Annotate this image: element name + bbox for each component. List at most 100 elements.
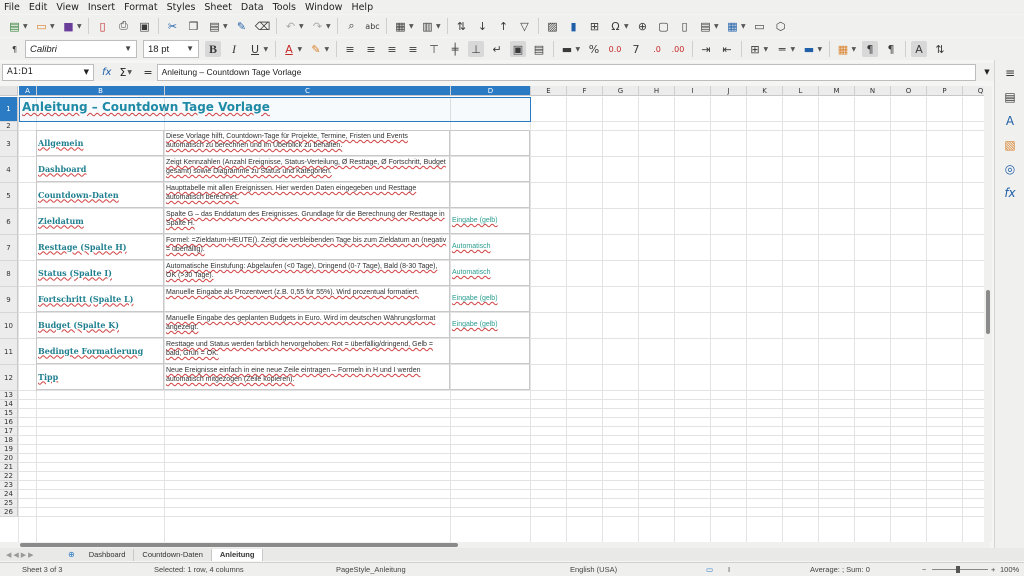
cut-icon[interactable]: ✂ (165, 18, 181, 34)
table-cell-description[interactable]: Manuelle Eingabe des geplanten Budgets i… (164, 312, 450, 338)
column-header-h[interactable]: H (639, 86, 675, 96)
row-header-1[interactable]: 1 (0, 97, 18, 122)
menu-file[interactable]: File (4, 2, 20, 13)
language[interactable]: English (USA) (570, 565, 617, 574)
add-sheet-icon[interactable]: ⊕ (68, 550, 75, 559)
row-header-22[interactable]: 22 (0, 472, 18, 481)
function-wizard-icon[interactable]: fx (102, 67, 111, 78)
table-cell-type[interactable] (450, 182, 530, 208)
row-header-2[interactable]: 2 (0, 122, 18, 131)
align-center-icon[interactable]: ≡ (363, 41, 379, 57)
tab-dashboard[interactable]: Dashboard (81, 548, 135, 561)
highlight-dropdown-icon[interactable]: ▼ (325, 46, 331, 53)
table-cell-description[interactable]: Zeigt Kennzahlen (Anzahl Ereignisse, Sta… (164, 156, 450, 182)
column-header-e[interactable]: E (531, 86, 567, 96)
image-icon[interactable]: ▨ (545, 18, 561, 34)
find-replace-icon[interactable]: ⌕ (344, 18, 360, 34)
row-header-15[interactable]: 15 (0, 409, 18, 418)
table-cell-description[interactable]: Manuelle Eingabe als Prozentwert (z.B. 0… (164, 286, 450, 312)
row-header-3[interactable]: 3 (0, 131, 18, 157)
shrink-text-icon[interactable]: ⇅ (932, 41, 948, 57)
table-cell-description[interactable]: Automatische Einstufung: Abgelaufen (<0 … (164, 260, 450, 286)
print-area-dropdown-icon[interactable]: ▼ (714, 23, 720, 30)
column-header-g[interactable]: G (603, 86, 639, 96)
decrease-indent-icon[interactable]: ⇤ (719, 41, 735, 57)
row-header-18[interactable]: 18 (0, 436, 18, 445)
formula-icon[interactable]: = (143, 66, 152, 79)
increase-indent-icon[interactable]: ⇥ (698, 41, 714, 57)
open-icon[interactable]: ▭ (34, 18, 50, 34)
hyperlink-icon[interactable]: ⊕ (635, 18, 651, 34)
sort-icon[interactable]: ⇅ (454, 18, 470, 34)
table-cell-topic[interactable]: Budget (Spalte K) (36, 312, 164, 338)
border-style-icon[interactable]: ═ (774, 41, 790, 57)
table-cell-description[interactable]: Spalte G – das Enddatum des Ereignisses.… (164, 208, 450, 234)
align-left-icon[interactable]: ≡ (342, 41, 358, 57)
column-dropdown-icon[interactable]: ▼ (436, 23, 442, 30)
save-icon[interactable]: ■ (61, 18, 77, 34)
menu-help[interactable]: Help (351, 2, 373, 13)
styles-icon[interactable]: A (1002, 114, 1018, 130)
properties-icon[interactable]: ▤ (1002, 90, 1018, 106)
split-window-icon[interactable]: ▭ (752, 18, 768, 34)
unmerge-icon[interactable]: ▤ (531, 41, 547, 57)
sum-dropdown-icon[interactable]: ▼ (127, 69, 133, 76)
menu-edit[interactable]: Edit (29, 2, 47, 13)
row-header-8[interactable]: 8 (0, 261, 18, 287)
menu-window[interactable]: Window (305, 2, 342, 13)
new-icon[interactable]: ▤ (7, 18, 23, 34)
tab-anleitung[interactable]: Anleitung (211, 548, 264, 561)
select-all-corner[interactable] (0, 86, 18, 96)
borders-dropdown-icon[interactable]: ▼ (764, 46, 770, 53)
menu-data[interactable]: Data (241, 2, 264, 13)
paste-icon[interactable]: ▤ (207, 18, 223, 34)
sum-icon[interactable]: Σ (119, 66, 126, 79)
tab-countdown-daten[interactable]: Countdown-Daten (134, 548, 212, 561)
print-preview-icon[interactable]: ▣ (137, 18, 153, 34)
special-character-dropdown-icon[interactable]: ▼ (624, 23, 630, 30)
currency-icon[interactable]: ▬ (559, 41, 575, 57)
column-icon[interactable]: ▥ (420, 18, 436, 34)
column-header-n[interactable]: N (855, 86, 891, 96)
menu-sheet[interactable]: Sheet (204, 2, 231, 13)
row-header-10[interactable]: 10 (0, 313, 18, 339)
menu-format[interactable]: Format (124, 2, 157, 13)
zoom-level[interactable]: 100% (1000, 565, 1019, 574)
table-cell-topic[interactable]: Countdown-Daten (36, 182, 164, 208)
row-header-6[interactable]: 6 (0, 209, 18, 235)
conditional-format-dropdown-icon[interactable]: ▼ (852, 46, 858, 53)
table-cell-topic[interactable]: Fortschritt (Spalte L) (36, 286, 164, 312)
row-header-5[interactable]: 5 (0, 183, 18, 209)
formula-input[interactable]: Anleitung – Countdown Tage Vorlage (156, 63, 976, 81)
border-color-icon[interactable]: ▬ (801, 41, 817, 57)
row-header-7[interactable]: 7 (0, 235, 18, 261)
table-cell-type[interactable] (450, 364, 530, 390)
column-header-c[interactable]: C (165, 86, 451, 96)
row-header-24[interactable]: 24 (0, 490, 18, 499)
font-color-dropdown-icon[interactable]: ▼ (298, 46, 304, 53)
table-cell-topic[interactable]: Bedingte Formatierung (36, 338, 164, 364)
table-cell-type[interactable]: Automatisch (450, 260, 530, 286)
copy-icon[interactable]: ❐ (186, 18, 202, 34)
table-cell-type[interactable] (450, 156, 530, 182)
align-top-icon[interactable]: ⊤ (426, 41, 442, 57)
freeze-dropdown-icon[interactable]: ▼ (741, 23, 747, 30)
table-cell-type[interactable] (450, 130, 530, 156)
export-pdf-icon[interactable]: ▯ (95, 18, 111, 34)
navigator-icon[interactable]: ◎ (1002, 162, 1018, 178)
justify-icon[interactable]: ≡ (405, 41, 421, 57)
spellcheck-icon[interactable]: abc (365, 18, 381, 34)
font-color-icon[interactable]: A (281, 41, 297, 57)
menu-insert[interactable]: Insert (88, 2, 115, 13)
row-header-25[interactable]: 25 (0, 499, 18, 508)
table-cell-type[interactable]: Eingabe (gelb) (450, 312, 530, 338)
pivot-table-icon[interactable]: ⊞ (587, 18, 603, 34)
table-cell-topic[interactable]: Status (Spalte I) (36, 260, 164, 286)
vertical-scroll-thumb[interactable] (986, 290, 990, 334)
table-cell-topic[interactable]: Dashboard (36, 156, 164, 182)
tab-navigation-arrows[interactable]: ◀◀▶▶ (6, 551, 58, 559)
menu-styles[interactable]: Styles (167, 2, 196, 13)
column-header-p[interactable]: P (927, 86, 963, 96)
borders-icon[interactable]: ⊞ (747, 41, 763, 57)
zoom-in-icon[interactable]: + (991, 565, 995, 574)
